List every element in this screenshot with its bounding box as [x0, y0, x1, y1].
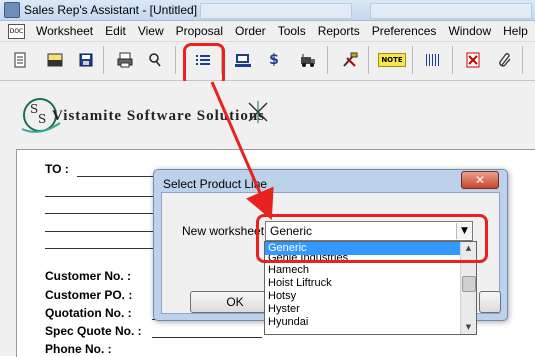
barcode-icon[interactable] [420, 48, 444, 72]
menu-edit[interactable]: Edit [99, 24, 132, 38]
title-bar: Sales Rep's Assistant - [Untitled] [0, 0, 535, 21]
note-icon[interactable]: NOTE [378, 48, 406, 72]
company-logo-text: Vistamite Software Solutions [52, 108, 265, 124]
scrollbar-thumb[interactable] [462, 276, 476, 292]
list-item-hyster[interactable]: Hyster [265, 303, 460, 316]
spec-quote-no-line[interactable] [152, 337, 262, 338]
background-window-tab [200, 3, 352, 19]
to-label: TO : [45, 162, 69, 176]
menu-order[interactable]: Order [229, 24, 272, 38]
toolbar-separator [175, 46, 176, 74]
list-item-hamech[interactable]: Hamech [265, 264, 460, 277]
toolbar-separator [412, 46, 413, 74]
star-icon [248, 101, 268, 123]
menu-preferences[interactable]: Preferences [366, 24, 443, 38]
app-icon [4, 2, 20, 18]
to-line[interactable] [77, 176, 157, 177]
print-icon[interactable] [113, 48, 137, 72]
svg-text:S: S [30, 102, 38, 116]
list-item-hyundai[interactable]: Hyundai [265, 316, 460, 329]
background-window-tab [370, 3, 532, 19]
pdf-icon[interactable] [461, 48, 485, 72]
customer-po-label: Customer PO. : [45, 288, 133, 302]
quotation-no-label: Quotation No. : [45, 306, 132, 320]
scroll-down-icon[interactable]: ▼ [461, 321, 476, 334]
toolbar-separator [327, 46, 328, 74]
menu-tools[interactable]: Tools [272, 24, 312, 38]
open-icon[interactable] [43, 48, 67, 72]
list-item-hotsy[interactable]: Hotsy [265, 290, 460, 303]
toolbar: $ NOTE [0, 42, 535, 81]
menu-help[interactable]: Help [497, 24, 534, 38]
combobox-highlight [256, 214, 488, 263]
address-line[interactable] [45, 196, 155, 197]
svg-text:S: S [38, 112, 46, 126]
toolbar-separator [368, 46, 369, 74]
truck-icon[interactable] [296, 48, 320, 72]
menu-view[interactable]: View [132, 24, 170, 38]
menu-bar: DOC Worksheet Edit View Proposal Order T… [0, 21, 535, 42]
new-worksheet-label: New worksheet [182, 224, 265, 238]
close-button[interactable]: ✕ [461, 171, 499, 189]
cancel-button[interactable] [479, 291, 501, 313]
toolbar-separator [522, 46, 523, 74]
window-title: Sales Rep's Assistant - [Untitled] [24, 3, 198, 17]
address-line[interactable] [45, 231, 155, 232]
phone-no-label: Phone No. : [45, 342, 112, 356]
note-label: NOTE [378, 53, 406, 67]
spec-quote-no-label: Spec Quote No. : [45, 324, 142, 338]
dealer-icon[interactable] [231, 48, 255, 72]
menu-reports[interactable]: Reports [312, 24, 366, 38]
new-icon[interactable] [8, 48, 32, 72]
dialog-title: Select Product Line [163, 177, 268, 191]
list-item-hoist-liftruck[interactable]: Hoist Liftruck [265, 277, 460, 290]
save-icon[interactable] [74, 48, 98, 72]
toolbar-separator [452, 46, 453, 74]
address-line[interactable] [45, 248, 155, 249]
dollar-icon[interactable]: $ [262, 48, 286, 72]
search-icon[interactable] [143, 48, 167, 72]
toolbar-separator [103, 46, 104, 74]
tools-icon[interactable] [338, 48, 362, 72]
document-icon[interactable]: DOC [8, 23, 25, 39]
menu-worksheet[interactable]: Worksheet [30, 24, 99, 38]
customer-no-label: Customer No. : [45, 269, 132, 283]
menu-window[interactable]: Window [442, 24, 497, 38]
address-line[interactable] [45, 213, 155, 214]
menu-proposal[interactable]: Proposal [170, 24, 229, 38]
attach-icon[interactable] [493, 48, 517, 72]
